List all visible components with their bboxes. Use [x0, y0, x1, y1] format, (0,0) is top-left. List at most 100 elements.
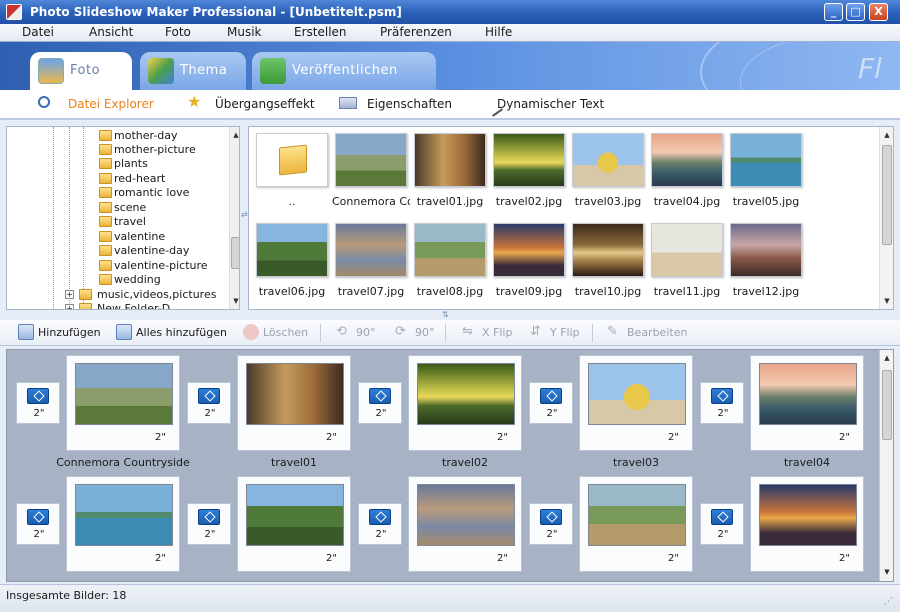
subtab-datei-explorer[interactable]: Datei Explorer	[38, 96, 154, 111]
storyboard[interactable]: 2" 2" Connemora Countryside 2" 2" travel…	[6, 349, 894, 582]
slide-item[interactable]: 2"	[750, 476, 864, 572]
menu-praeferenzen[interactable]: Präferenzen	[380, 25, 452, 39]
slide-item[interactable]: 2"	[66, 476, 180, 572]
transition-slot[interactable]: 2"	[187, 382, 231, 424]
menu-ansicht[interactable]: Ansicht	[89, 25, 133, 39]
window-title: Photo Slideshow Maker Professional - [Un…	[30, 5, 402, 19]
transition-slot[interactable]: 2"	[529, 503, 573, 545]
file-thumbnail	[730, 223, 802, 277]
slide-item[interactable]: 2"	[408, 355, 522, 451]
rotate-right-button[interactable]: ⟳ 90°	[395, 324, 435, 339]
subtab-uebergangseffekt[interactable]: ★ Übergangseffekt	[187, 92, 315, 111]
file-item[interactable]: Connemora Co...	[332, 131, 410, 211]
tree-folder-label: wedding	[114, 273, 161, 286]
tree-folder-label: travel	[114, 215, 146, 228]
transition-duration: 2"	[375, 529, 387, 540]
folder-icon	[99, 231, 112, 242]
tree-folder-label: romantic love	[114, 186, 190, 199]
maximize-button[interactable]: □	[846, 3, 865, 21]
transition-slot[interactable]: 2"	[358, 503, 402, 545]
add-all-button[interactable]: Alles hinzufügen	[116, 324, 227, 340]
file-item[interactable]: travel03.jpg	[569, 131, 647, 211]
vertical-splitter[interactable]: ⇄	[240, 126, 248, 310]
edit-icon: ✎	[607, 324, 618, 339]
transition-duration: 2"	[717, 529, 729, 540]
action-label: Y Flip	[550, 326, 580, 339]
slide-item[interactable]: 2"	[750, 355, 864, 451]
tree-folder-label: plants	[114, 157, 148, 170]
transition-slot[interactable]: 2"	[529, 382, 573, 424]
folder-icon	[79, 303, 92, 309]
file-item[interactable]: travel09.jpg	[490, 221, 568, 301]
file-thumbnail	[730, 133, 802, 187]
transition-slot[interactable]: 2"	[16, 382, 60, 424]
transition-duration: 2"	[204, 408, 216, 419]
transition-slot[interactable]: 2"	[16, 503, 60, 545]
transition-slot[interactable]: 2"	[358, 382, 402, 424]
rotate-left-button[interactable]: ⟲ 90°	[336, 324, 376, 339]
file-item[interactable]: travel01.jpg	[411, 131, 489, 211]
file-item[interactable]: travel02.jpg	[490, 131, 568, 211]
file-item[interactable]: travel11.jpg	[648, 221, 726, 301]
scroll-down-icon[interactable]: ▼	[881, 295, 893, 307]
file-item[interactable]: travel12.jpg	[727, 221, 805, 301]
horizontal-splitter[interactable]: ⇅	[0, 310, 900, 320]
slide-item[interactable]: 2"	[66, 355, 180, 451]
slide-duration: 2"	[668, 553, 679, 564]
menu-hilfe[interactable]: Hilfe	[485, 25, 512, 39]
close-button[interactable]: X	[869, 3, 888, 21]
transition-slot[interactable]: 2"	[700, 503, 744, 545]
menu-foto[interactable]: Foto	[165, 25, 191, 39]
expand-icon[interactable]: +	[65, 290, 74, 299]
delete-button[interactable]: Löschen	[243, 324, 308, 340]
file-item[interactable]: ..	[253, 131, 331, 211]
add-button[interactable]: Hinzufügen	[18, 324, 101, 340]
slide-item[interactable]: 2"	[237, 476, 351, 572]
slide-item[interactable]: 2"	[408, 476, 522, 572]
subtab-label: Eigenschaften	[367, 97, 453, 111]
title-bar[interactable]: Photo Slideshow Maker Professional - [Un…	[0, 0, 900, 24]
scroll-up-icon[interactable]: ▲	[230, 129, 239, 141]
tab-thema[interactable]: Thema	[140, 52, 246, 90]
scroll-thumb[interactable]	[882, 145, 892, 245]
file-label: travel11.jpg	[653, 285, 721, 298]
file-item[interactable]: travel07.jpg	[332, 221, 410, 301]
menu-musik[interactable]: Musik	[227, 25, 262, 39]
file-item[interactable]: travel08.jpg	[411, 221, 489, 301]
slide-item[interactable]: 2"	[237, 355, 351, 451]
transition-cube-icon	[369, 388, 391, 404]
file-item[interactable]: travel06.jpg	[253, 221, 331, 301]
edit-button[interactable]: ✎ Bearbeiten	[607, 324, 687, 339]
slide-item[interactable]: 2"	[579, 476, 693, 572]
file-item[interactable]: travel04.jpg	[648, 131, 726, 211]
flip-y-button[interactable]: ⇵ Y Flip	[530, 324, 580, 339]
tree-scrollbar[interactable]: ▲ ▼	[229, 127, 239, 309]
resize-grip-icon[interactable]: ⋰	[884, 597, 893, 607]
scroll-up-icon[interactable]: ▲	[881, 352, 893, 364]
scroll-thumb[interactable]	[882, 370, 892, 440]
menu-erstellen[interactable]: Erstellen	[294, 25, 347, 39]
minimize-button[interactable]: _	[824, 3, 843, 21]
scroll-down-icon[interactable]: ▼	[881, 566, 893, 578]
transition-slot[interactable]: 2"	[700, 382, 744, 424]
file-thumbnail	[335, 133, 407, 187]
folder-tree[interactable]: mother-day mother-picture plants red-hea…	[6, 126, 240, 310]
folder-icon	[99, 216, 112, 227]
menu-datei[interactable]: Datei	[22, 25, 54, 39]
file-item[interactable]: travel10.jpg	[569, 221, 647, 301]
subtab-dynamischer-text[interactable]: Dynamischer Text	[482, 95, 604, 117]
tab-veroeffentlichen[interactable]: Veröffentlichen	[252, 52, 436, 90]
scroll-down-icon[interactable]: ▼	[230, 295, 239, 307]
subtab-eigenschaften[interactable]: Eigenschaften	[339, 97, 453, 111]
scroll-thumb[interactable]	[231, 237, 239, 269]
file-grid-scrollbar[interactable]: ▲ ▼	[879, 127, 893, 309]
file-item[interactable]: travel05.jpg	[727, 131, 805, 211]
scroll-up-icon[interactable]: ▲	[881, 129, 893, 141]
slide-label: travel02	[442, 456, 488, 469]
slide-item[interactable]: 2"	[579, 355, 693, 451]
storyboard-scrollbar[interactable]: ▲ ▼	[879, 350, 893, 581]
file-grid[interactable]: .. Connemora Co... travel01.jpg travel02…	[248, 126, 894, 310]
tab-foto[interactable]: Foto	[30, 52, 132, 90]
transition-slot[interactable]: 2"	[187, 503, 231, 545]
flip-x-button[interactable]: ⇋ X Flip	[462, 324, 512, 339]
